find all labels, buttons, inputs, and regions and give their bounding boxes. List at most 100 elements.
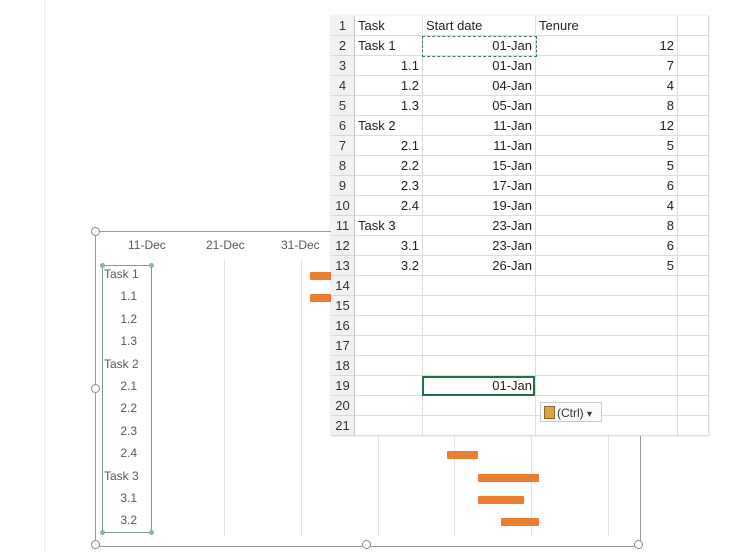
cell[interactable] [536,276,678,296]
gantt-bar[interactable] [500,518,540,527]
row-header[interactable]: 9 [331,176,355,196]
cell[interactable]: 11-Jan [423,116,536,136]
cell[interactable]: 23-Jan [423,236,536,256]
cell[interactable]: 19-Jan [423,196,536,216]
cell[interactable]: 4 [536,196,678,216]
cell[interactable]: 5 [536,256,678,276]
row-header[interactable]: 15 [331,296,355,316]
row-header[interactable]: 20 [331,396,355,416]
cell[interactable]: 5 [536,136,678,156]
spreadsheet[interactable]: 1 Task Start date Tenure 2 Task 1 01-Jan 12… [331,16,709,436]
cell[interactable]: 6 [536,236,678,256]
cell[interactable] [536,296,678,316]
row-header[interactable]: 16 [331,316,355,336]
cell[interactable] [355,356,423,376]
cell[interactable] [678,156,709,176]
row-header[interactable]: 21 [331,416,355,436]
row-header[interactable]: 17 [331,336,355,356]
row-header[interactable]: 13 [331,256,355,276]
chart-resize-handle-mid-left[interactable] [91,384,100,393]
row-header[interactable]: 1 [331,16,355,36]
cell[interactable]: 01-Jan [423,56,536,76]
cell[interactable] [678,196,709,216]
gantt-bar[interactable] [477,473,540,482]
cell[interactable]: 11-Jan [423,136,536,156]
cell[interactable] [678,356,709,376]
row-header[interactable]: 4 [331,76,355,96]
row-header[interactable]: 18 [331,356,355,376]
cell[interactable] [355,296,423,316]
cell[interactable] [355,376,423,396]
cell[interactable]: 26-Jan [423,256,536,276]
cell[interactable] [678,36,709,56]
cell[interactable] [423,316,536,336]
cell[interactable] [678,16,709,36]
axis-handle-bottom-left[interactable] [100,530,105,535]
chart-resize-handle-bottom-mid[interactable] [362,540,371,549]
cell[interactable] [678,96,709,116]
cell[interactable]: 17-Jan [423,176,536,196]
row-header[interactable]: 14 [331,276,355,296]
row-header[interactable]: 5 [331,96,355,116]
cell[interactable]: 3.2 [355,256,423,276]
cell[interactable] [678,236,709,256]
cell[interactable]: 2.4 [355,196,423,216]
cell[interactable] [678,296,709,316]
cell[interactable] [678,276,709,296]
cell[interactable] [678,256,709,276]
chart-resize-handle-top-left[interactable] [91,227,100,236]
cell[interactable] [355,276,423,296]
gantt-bar[interactable] [477,496,524,504]
cell[interactable] [678,376,709,396]
cell[interactable]: 6 [536,176,678,196]
cell[interactable] [355,316,423,336]
cell[interactable]: 12 [536,36,678,56]
cell[interactable] [678,316,709,336]
row-header[interactable]: 3 [331,56,355,76]
row-header[interactable]: 12 [331,236,355,256]
cell[interactable]: Task 3 [355,216,423,236]
cell[interactable] [423,276,536,296]
row-header[interactable]: 2 [331,36,355,56]
cell[interactable]: 12 [536,116,678,136]
row-header[interactable]: 10 [331,196,355,216]
cell[interactable]: 3.1 [355,236,423,256]
cell[interactable]: 7 [536,56,678,76]
cell[interactable]: 8 [536,96,678,116]
row-header[interactable]: 8 [331,156,355,176]
cell[interactable]: Task 2 [355,116,423,136]
cell[interactable] [678,396,709,416]
cell[interactable] [536,336,678,356]
axis-handle-top-right[interactable] [149,263,154,268]
cell[interactable]: 8 [536,216,678,236]
cell[interactable]: 5 [536,156,678,176]
cell[interactable] [678,416,709,436]
cell[interactable] [423,336,536,356]
cell[interactable] [423,416,536,436]
cell[interactable] [536,356,678,376]
cell[interactable] [423,296,536,316]
cell[interactable]: 2.2 [355,156,423,176]
cell[interactable] [536,316,678,336]
row-header[interactable]: 7 [331,136,355,156]
cell[interactable]: 2.1 [355,136,423,156]
cell[interactable] [536,376,678,396]
cell[interactable]: 4 [536,76,678,96]
chart-resize-handle-bottom-right[interactable] [634,540,643,549]
cell[interactable] [678,136,709,156]
row-header[interactable]: 11 [331,216,355,236]
cell[interactable] [423,396,536,416]
gantt-bar[interactable] [447,451,478,460]
row-header[interactable]: 19 [331,376,355,396]
cell[interactable]: 05-Jan [423,96,536,116]
cell[interactable]: Task [355,16,423,36]
cell[interactable]: 1.1 [355,56,423,76]
paste-options-button[interactable]: (Ctrl) ▾ [540,402,602,422]
cell[interactable] [678,76,709,96]
cell[interactable] [678,336,709,356]
cell[interactable] [355,396,423,416]
cell[interactable] [423,356,536,376]
cell[interactable]: Task 1 [355,36,423,56]
chart-resize-handle-bottom-left[interactable] [91,540,100,549]
cell[interactable] [678,216,709,236]
